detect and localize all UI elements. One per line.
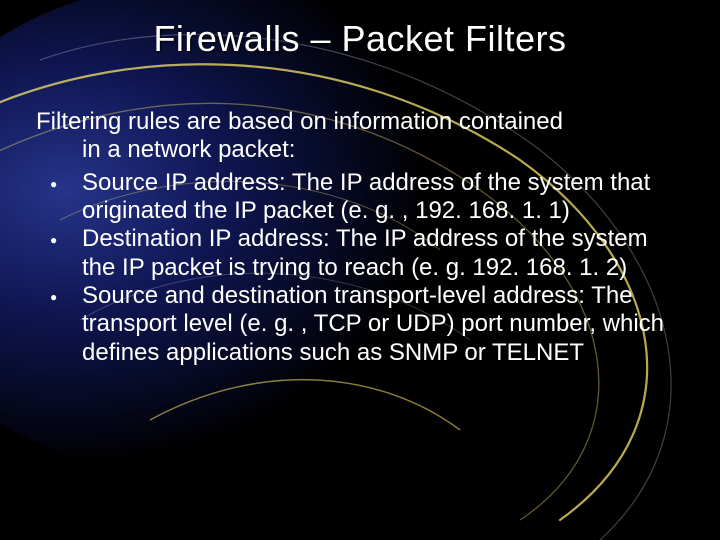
list-item: Source IP address: The IP address of the… bbox=[36, 169, 684, 226]
bullet-text: Source and destination transport-level a… bbox=[82, 282, 664, 366]
slide: Firewalls – Packet Filters Filtering rul… bbox=[0, 0, 720, 540]
intro-line-2: in a network packet: bbox=[36, 136, 684, 164]
bullet-list: Source IP address: The IP address of the… bbox=[36, 169, 684, 367]
intro-text: Filtering rules are based on information… bbox=[36, 108, 684, 165]
list-item: Source and destination transport-level a… bbox=[36, 282, 684, 367]
slide-title: Firewalls – Packet Filters bbox=[0, 18, 720, 60]
list-item: Destination IP address: The IP address o… bbox=[36, 225, 684, 282]
bullet-text: Source IP address: The IP address of the… bbox=[82, 169, 650, 224]
slide-body: Filtering rules are based on information… bbox=[36, 108, 684, 367]
bullet-text: Destination IP address: The IP address o… bbox=[82, 225, 648, 280]
intro-line-1: Filtering rules are based on information… bbox=[36, 108, 563, 135]
